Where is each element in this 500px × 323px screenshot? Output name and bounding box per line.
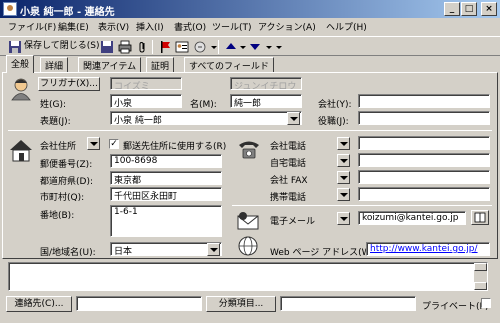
country-field[interactable]: 日本 <box>110 242 222 256</box>
phone-label-business: 会社電話 <box>270 142 307 152</box>
web-page-label: Web ページ アドレス(W): <box>270 248 378 258</box>
address-type-label: 会社住所 <box>40 142 77 152</box>
menu-format[interactable]: 書式(O) <box>174 20 206 33</box>
first-name-label: 名(M): <box>190 100 217 110</box>
attach-icon[interactable] <box>135 40 149 54</box>
address-type-dropdown[interactable] <box>87 137 100 150</box>
contacts-button[interactable]: 連絡先(C)... <box>6 296 72 312</box>
scroll-up-button[interactable] <box>474 263 487 271</box>
address-book-icon <box>474 212 486 223</box>
phone-field-mobile[interactable] <box>358 187 490 201</box>
menu-view[interactable]: 表示(V) <box>98 20 129 33</box>
print-icon[interactable] <box>118 40 132 54</box>
street-field[interactable]: 1-6-1 <box>110 205 222 237</box>
contact-card-small-icon[interactable] <box>175 40 189 54</box>
flag-icon[interactable] <box>158 40 172 54</box>
person-icon <box>11 78 31 101</box>
menu-bar: ファイル(F) 編集(E) 表示(V) 挿入(I) 書式(O) ツール(T) ア… <box>0 18 500 36</box>
street-label: 番地(B): <box>40 211 75 221</box>
phone-dropdown-business[interactable] <box>337 137 350 150</box>
email-type-dropdown[interactable] <box>337 212 350 225</box>
phone-dropdown-mobile[interactable] <box>337 188 350 201</box>
menu-insert[interactable]: 挿入(I) <box>136 20 164 33</box>
phone-label-home: 自宅電話 <box>270 159 307 169</box>
title-bar: 小泉 純一郎 - 連絡先 _ □ × <box>0 0 500 18</box>
display-as-field[interactable]: 小泉 純一郎 <box>110 111 302 125</box>
phone-field-fax[interactable] <box>358 170 490 184</box>
contacts-field[interactable] <box>76 296 202 311</box>
window-title: 小泉 純一郎 - 連絡先 <box>20 7 115 18</box>
last-name-field[interactable]: 小泉 <box>110 94 182 108</box>
address-book-button[interactable] <box>471 210 489 225</box>
country-label: 国/地域名(U): <box>40 248 96 258</box>
web-page-field[interactable]: http://www.kantei.go.jp/ <box>366 242 490 256</box>
tab-details[interactable]: 詳細 <box>40 57 69 72</box>
menu-help[interactable]: ヘルプ(H) <box>326 20 367 33</box>
furigana-last-field[interactable]: コイズミ <box>110 77 182 90</box>
phone-label-mobile: 携帯電話 <box>270 193 307 203</box>
company-field[interactable] <box>358 94 490 108</box>
notes-scrollbar[interactable] <box>474 263 487 290</box>
mailing-address-checkbox[interactable]: ✓ <box>109 139 119 149</box>
categories-button[interactable]: 分類項目... <box>206 296 276 312</box>
phone-label-fax: 会社 FAX <box>270 176 308 186</box>
save-and-close-button[interactable]: 保存して閉じる(S) <box>24 39 99 55</box>
private-label: プライベート(P) <box>422 302 489 312</box>
next-item-icon[interactable] <box>248 40 262 54</box>
mailing-address-label: 郵送先住所に使用する(R) <box>123 142 227 152</box>
tab-certificates[interactable]: 証明 <box>146 57 175 72</box>
prefecture-label: 都道府県(D): <box>40 177 93 187</box>
phone-field-business[interactable] <box>358 136 490 150</box>
toolbar-separator <box>152 40 153 54</box>
phone-dropdown-fax[interactable] <box>337 171 350 184</box>
toolbar: 保存して閉じる(S) <box>0 36 500 56</box>
furigana-button[interactable]: フリガナ(X)... <box>38 77 100 91</box>
notes-field[interactable] <box>8 262 488 291</box>
minimize-button[interactable]: _ <box>444 2 460 16</box>
city-field[interactable]: 千代田区永田町 <box>110 187 222 201</box>
home-icon <box>10 140 32 162</box>
prefecture-field[interactable]: 東京都 <box>110 171 222 185</box>
contact-card-icon <box>3 2 17 16</box>
phone-dropdown-home[interactable] <box>337 154 350 167</box>
section-divider <box>232 205 492 206</box>
menu-tools[interactable]: ツール(T) <box>212 20 252 33</box>
postal-code-label: 郵便番号(Z): <box>40 160 93 170</box>
save-icon-small[interactable] <box>100 40 114 54</box>
email-label: 電子メール <box>270 217 316 227</box>
tab-general[interactable]: 全般 <box>6 55 35 73</box>
web-page-icon <box>238 236 258 256</box>
web-page-link[interactable]: http://www.kantei.go.jp/ <box>370 244 478 254</box>
phone-field-home[interactable] <box>358 153 490 167</box>
menu-actions[interactable]: アクション(A) <box>258 20 316 33</box>
private-checkbox[interactable] <box>481 298 491 308</box>
postal-code-field[interactable]: 100-8698 <box>110 154 222 168</box>
last-name-label: 姓(G): <box>40 100 67 110</box>
menu-edit[interactable]: 編集(E) <box>58 20 89 33</box>
section-divider <box>8 130 492 131</box>
scroll-down-button[interactable] <box>474 282 487 290</box>
furigana-first-field[interactable]: ジュンイチロウ <box>230 77 302 90</box>
city-label: 市町村(Q): <box>40 193 85 203</box>
email-field[interactable]: koizumi@kantei.go.jp <box>358 211 466 225</box>
close-button[interactable]: × <box>481 2 497 16</box>
first-name-field[interactable]: 純一郎 <box>230 94 302 108</box>
job-title-label: 役職(J): <box>318 117 349 127</box>
company-label: 会社(Y): <box>318 100 352 110</box>
tab-activities[interactable]: 関連アイテム <box>78 57 142 72</box>
toolbar-separator <box>218 40 219 54</box>
menu-file[interactable]: ファイル(F) <box>8 20 56 33</box>
display-as-dropdown[interactable] <box>287 112 300 125</box>
country-dropdown[interactable] <box>207 243 220 256</box>
job-title-field[interactable] <box>358 111 490 125</box>
phone-icon <box>239 141 259 159</box>
tab-all-fields[interactable]: すべてのフィールド <box>184 57 274 72</box>
categories-field[interactable] <box>280 296 416 311</box>
maximize-button[interactable]: □ <box>461 2 477 16</box>
display-as-label: 表題(J): <box>40 117 71 127</box>
email-icon <box>237 212 259 230</box>
toolbar-options-icon[interactable] <box>272 40 286 54</box>
actions-icon[interactable] <box>193 40 207 54</box>
save-icon <box>9 41 21 53</box>
